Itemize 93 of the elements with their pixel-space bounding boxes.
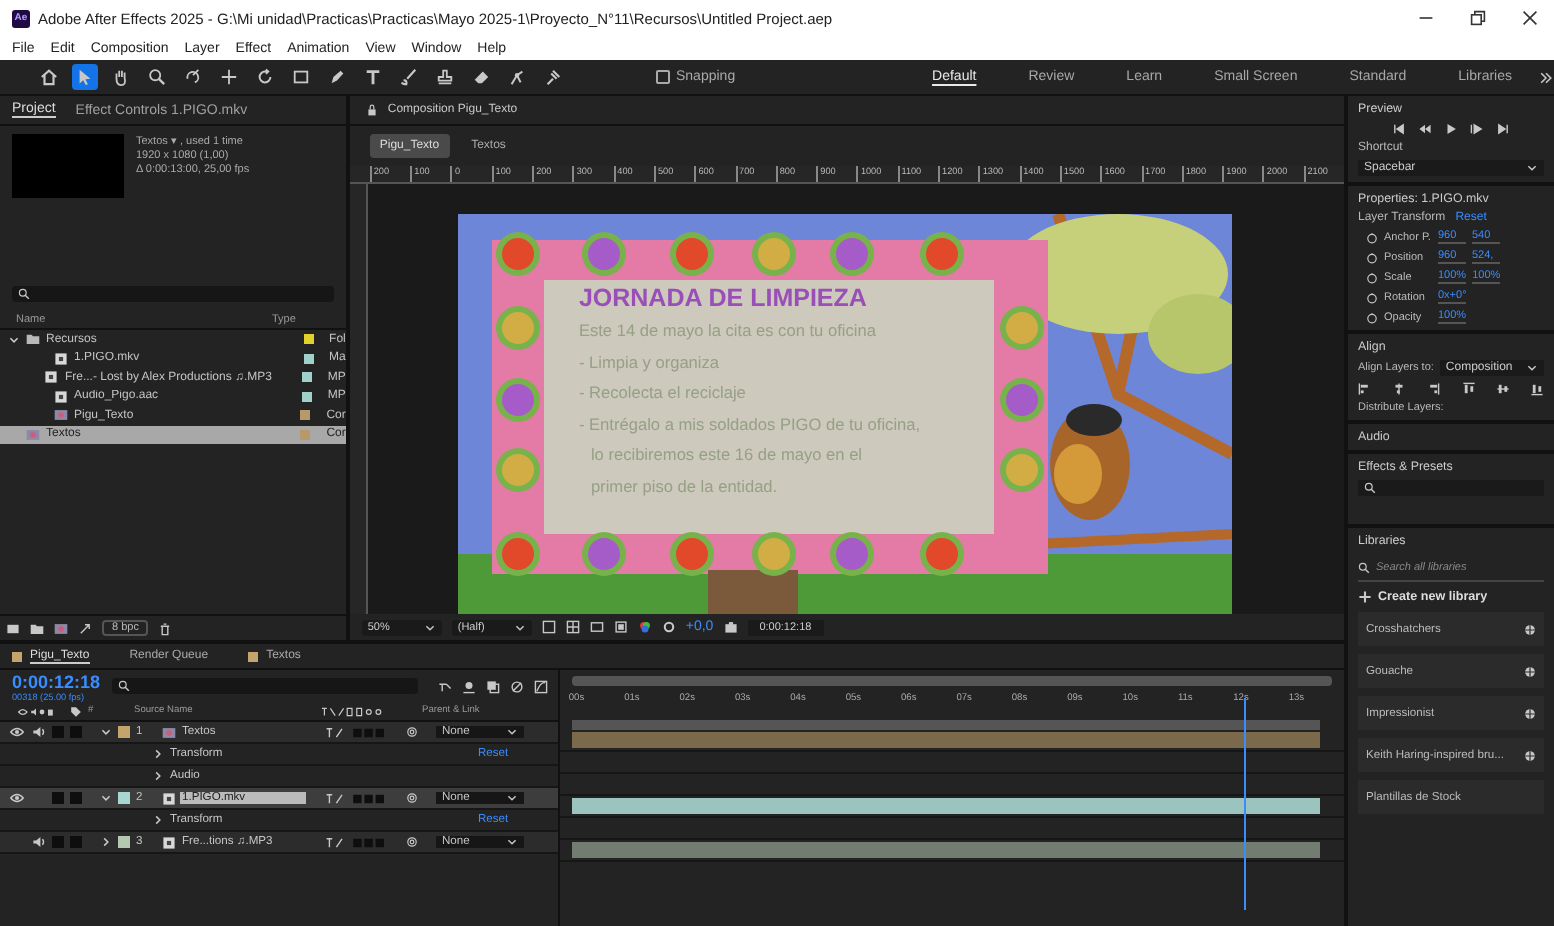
solo-toggle[interactable] xyxy=(52,726,64,738)
shy-layers-icon[interactable] xyxy=(462,679,477,693)
first-frame-icon[interactable] xyxy=(1392,122,1406,136)
camera-icon[interactable] xyxy=(723,620,738,634)
caret-icon[interactable] xyxy=(423,621,436,633)
search-field[interactable] xyxy=(12,286,334,302)
more-chevrons-icon[interactable] xyxy=(1538,69,1554,85)
align-right-icon[interactable] xyxy=(1426,382,1441,396)
interpret-footage-icon[interactable] xyxy=(6,621,20,635)
trash-icon[interactable] xyxy=(158,621,173,635)
label-color-swatch[interactable] xyxy=(303,353,314,364)
speaker-icon[interactable] xyxy=(31,836,45,848)
label-color-swatch[interactable] xyxy=(301,372,312,383)
transparency-grid-icon[interactable] xyxy=(565,620,580,634)
search-field[interactable] xyxy=(1358,480,1544,496)
label-tag-icon[interactable] xyxy=(70,705,82,717)
stopwatch-icon[interactable] xyxy=(1366,311,1378,323)
label-color-swatch[interactable] xyxy=(118,726,130,738)
play-icon[interactable] xyxy=(1444,122,1458,136)
caret-icon[interactable] xyxy=(506,836,518,848)
audio-file-icon xyxy=(162,835,176,849)
parent-pick-whip-icon[interactable] xyxy=(406,792,418,804)
plus-icon xyxy=(1358,590,1372,604)
speaker-icon[interactable] xyxy=(31,726,45,738)
label-color-swatch[interactable] xyxy=(300,429,311,440)
exposure-icon[interactable] xyxy=(661,620,676,634)
label-color-swatch[interactable] xyxy=(118,792,130,804)
channel-icon[interactable] xyxy=(637,620,652,634)
new-composition-icon[interactable] xyxy=(54,621,68,635)
footage-icon xyxy=(54,389,68,404)
composition-icon xyxy=(162,725,176,739)
lock-toggle[interactable] xyxy=(70,836,82,848)
frame-blending-icon[interactable] xyxy=(486,679,501,693)
restore-icon[interactable] xyxy=(1470,10,1486,26)
stopwatch-icon[interactable] xyxy=(1366,271,1378,283)
search-icon xyxy=(1358,562,1370,574)
label-color-swatch[interactable] xyxy=(301,391,312,402)
align-center-icon[interactable] xyxy=(1392,382,1407,396)
mask-visibility-icon[interactable] xyxy=(589,620,604,634)
magnifier-icon[interactable] xyxy=(144,64,170,90)
align-middle-icon[interactable] xyxy=(1495,382,1510,396)
stopwatch-icon[interactable] xyxy=(1366,291,1378,303)
eye-icon[interactable] xyxy=(9,792,23,804)
snapping-checkbox[interactable] xyxy=(656,70,670,84)
search-icon xyxy=(18,288,30,300)
label-color-swatch[interactable] xyxy=(300,410,311,421)
footage-icon xyxy=(54,351,68,366)
footage-icon xyxy=(162,791,176,805)
previous-frame-icon[interactable] xyxy=(1418,122,1432,136)
align-left-icon[interactable] xyxy=(1358,382,1372,396)
stamp-icon[interactable] xyxy=(432,64,458,90)
caret-icon[interactable] xyxy=(1526,362,1538,374)
next-frame-icon[interactable] xyxy=(1470,122,1484,136)
folder-icon xyxy=(26,332,40,347)
graph-editor-icon[interactable] xyxy=(534,679,549,693)
last-frame-icon[interactable] xyxy=(1496,122,1510,136)
caret-icon[interactable] xyxy=(1526,162,1538,174)
label-color-swatch[interactable] xyxy=(118,836,130,848)
caret-icon[interactable] xyxy=(506,726,518,738)
lock-toggle[interactable] xyxy=(70,792,82,804)
home-icon[interactable] xyxy=(36,64,62,90)
fit-frame-icon[interactable] xyxy=(541,620,556,634)
new-folder-icon[interactable] xyxy=(30,621,44,635)
crosshair-arrows-icon[interactable] xyxy=(216,64,242,90)
solo-toggle[interactable] xyxy=(52,836,64,848)
lock-toggle[interactable] xyxy=(70,726,82,738)
search-icon xyxy=(118,680,131,692)
render-rocket-icon[interactable] xyxy=(78,621,92,635)
thumbnail-placeholder xyxy=(12,134,124,198)
align-bottom-icon[interactable] xyxy=(1529,382,1544,396)
current-time[interactable]: 0:00:12:18 xyxy=(12,671,101,691)
caret-icon[interactable] xyxy=(513,621,526,633)
label-color-swatch[interactable] xyxy=(303,334,314,345)
search-icon xyxy=(1364,482,1376,494)
guides-icon[interactable] xyxy=(613,620,628,634)
stopwatch-icon[interactable] xyxy=(1366,231,1378,243)
close-icon[interactable] xyxy=(1522,10,1538,26)
align-top-icon[interactable] xyxy=(1461,382,1476,396)
composition-icon xyxy=(54,408,68,423)
stopwatch-icon[interactable] xyxy=(1366,251,1378,263)
eye-icon[interactable] xyxy=(9,726,23,738)
caret-icon[interactable] xyxy=(506,792,518,804)
motion-blur-icon[interactable] xyxy=(510,679,525,693)
text-layer-title: JORNADA DE LIMPIEZA xyxy=(578,284,869,312)
parent-pick-whip-icon[interactable] xyxy=(406,726,418,738)
audio-file-icon xyxy=(44,370,59,385)
search-field[interactable] xyxy=(112,678,419,694)
composition-icon xyxy=(26,427,40,442)
brush-icon[interactable] xyxy=(396,64,422,90)
lock-icon[interactable] xyxy=(365,104,378,116)
solo-toggle[interactable] xyxy=(52,792,64,804)
parent-pick-whip-icon[interactable] xyxy=(406,836,418,848)
comp-flowchart-icon[interactable] xyxy=(438,679,453,693)
